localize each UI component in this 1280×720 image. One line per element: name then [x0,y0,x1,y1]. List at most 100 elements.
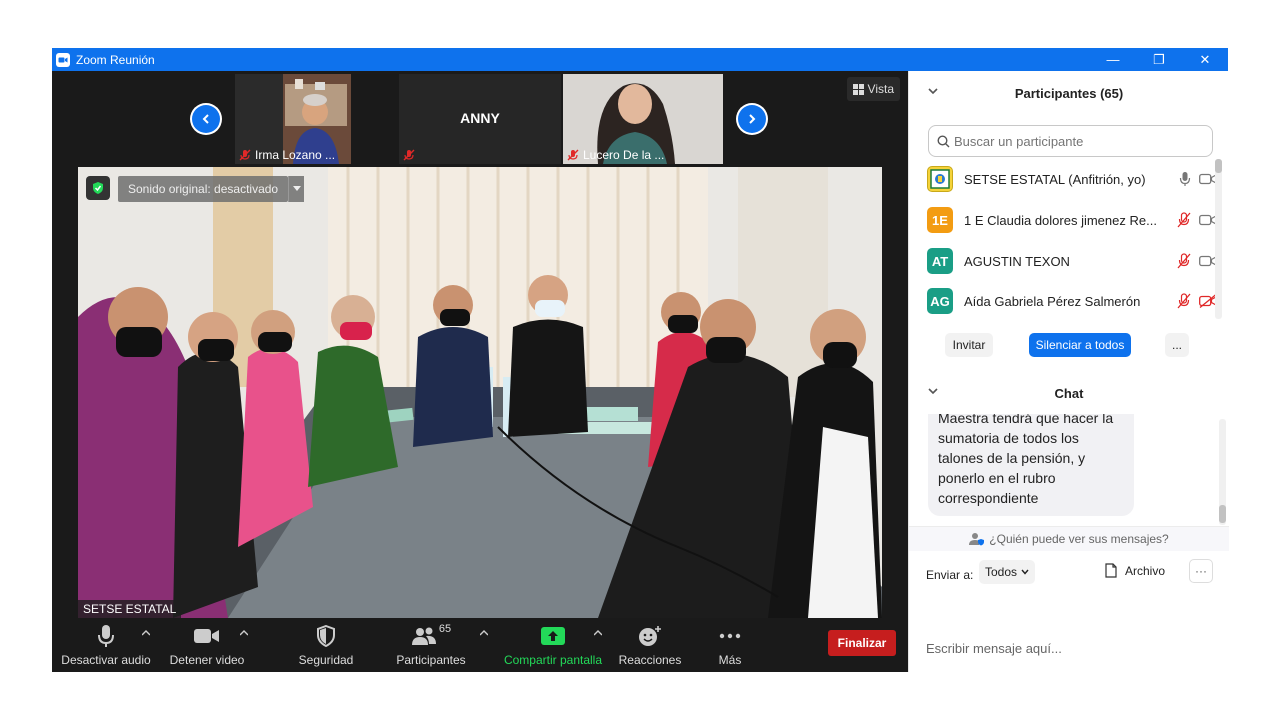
avatar [927,166,953,192]
muted-microphone-icon[interactable] [1177,293,1191,309]
shield-icon [317,625,335,647]
next-page-button[interactable] [736,103,768,135]
chat-more-button[interactable]: ··· [1189,559,1213,583]
participant-more-button[interactable]: ... [1165,333,1189,357]
scrollbar-thumb[interactable] [1219,505,1226,523]
participant-list-scrollbar[interactable] [1215,159,1222,319]
muted-mic-icon [239,149,251,161]
chevron-down-icon [1021,569,1029,575]
chevron-right-icon [749,114,756,124]
participant-name: AGUSTIN TEXON [964,253,1070,269]
participant-actions: Invitar Silenciar a todos ... [909,333,1229,359]
participant-name: Aída Gabriela Pérez Salmerón [964,293,1141,309]
chat-messages: Maestra tendrá que hacer la sumatoria de… [909,414,1229,524]
more-dots-icon [719,633,741,639]
chat-scrollbar[interactable] [1219,419,1226,525]
title-bar: Zoom Reunión — ❐ ✕ [52,48,1228,71]
video-tile-lucero[interactable]: Lucero De la ... [563,74,723,164]
chat-message-input[interactable]: Escribir mensaje aquí... [926,641,1062,656]
encryption-badge[interactable] [86,176,110,200]
chevron-down-icon[interactable] [927,385,939,397]
avatar: AG [927,288,953,314]
tile-mute-indicator [399,146,419,164]
zoom-app-icon [56,52,70,67]
microphone-icon[interactable] [1179,171,1191,187]
mute-audio-button[interactable]: Desactivar audio [60,618,152,672]
share-screen-icon [541,627,565,645]
meeting-room-video [78,167,882,618]
reactions-button[interactable]: Reacciones [612,618,688,672]
video-tile-irma[interactable]: Irma Lozano ... [235,74,351,164]
tile-name-label: Irma Lozano ... [235,146,335,164]
chat-message-bubble: Maestra tendrá que hacer la sumatoria de… [928,414,1134,516]
chevron-up-icon [239,630,249,636]
chevron-up-icon [593,630,603,636]
zoom-window: Zoom Reunión — ❐ ✕ Irma Lozano ... ANNY … [52,48,1229,672]
chevron-down-icon[interactable] [927,85,939,97]
participant-row[interactable]: AG Aída Gabriela Pérez Salmerón [927,281,1217,321]
original-sound-toggle[interactable]: Sonido original: desactivado [118,176,289,202]
security-button[interactable]: Seguridad [288,618,364,672]
stop-video-button[interactable]: Detener video [164,618,250,672]
previous-page-button[interactable] [190,103,222,135]
audio-options-caret[interactable] [141,628,151,639]
participant-list: SETSE ESTATAL (Anfitrión, yo) 1E 1 E Cla… [909,159,1219,323]
original-sound-dropdown[interactable] [288,176,304,202]
file-button[interactable]: Archivo [1105,563,1165,578]
minimize-button[interactable]: — [1090,48,1136,71]
participants-header: Participantes (65) [909,71,1229,115]
muted-mic-icon [403,149,415,161]
who-can-see-messages[interactable]: ¿Quién puede ver sus mensajes? [909,526,1229,551]
send-to-dropdown[interactable]: Todos [979,560,1036,584]
video-options-caret[interactable] [239,628,249,639]
participant-search-input[interactable] [954,133,1194,149]
participant-search-box[interactable] [928,125,1213,157]
chat-header: Chat [909,371,1229,415]
chevron-down-icon [292,186,301,191]
end-meeting-button[interactable]: Finalizar [828,630,896,656]
video-tile-anny[interactable]: ANNY [399,74,561,164]
more-button[interactable]: Más [698,618,762,672]
chevron-up-icon [479,630,489,636]
muted-microphone-icon[interactable] [1177,253,1191,269]
participant-row[interactable]: SETSE ESTATAL (Anfitrión, yo) [927,159,1217,199]
participant-row[interactable]: 1E 1 E Claudia dolores jimenez Re... [927,200,1217,240]
participant-name: 1 E Claudia dolores jimenez Re... [964,212,1157,228]
avatar: AT [927,248,953,274]
muted-microphone-icon[interactable] [1177,212,1191,228]
participant-row[interactable]: AT AGUSTIN TEXON [927,241,1217,281]
share-screen-button[interactable]: Compartir pantalla [500,618,606,672]
video-camera-icon [194,629,219,643]
smiley-plus-icon [639,626,661,646]
person-shield-icon [969,533,985,546]
side-panel: Participantes (65) SETSE ESTATAL (Anfitr… [908,71,1229,672]
muted-mic-icon [567,149,579,161]
restore-button[interactable]: ❐ [1136,48,1182,71]
participants-count: 65 [438,623,452,635]
window-title: Zoom Reunión [76,52,155,67]
tile-name-centered: ANNY [460,110,500,126]
mute-all-button[interactable]: Silenciar a todos [1029,333,1131,357]
scrollbar-thumb[interactable] [1215,159,1222,173]
chevron-left-icon [202,114,209,124]
shield-check-icon [93,182,103,194]
participant-name: SETSE ESTATAL (Anfitrión, yo) [964,171,1146,187]
chat-title: Chat [1054,385,1084,401]
chevron-up-icon [141,630,151,636]
participants-button[interactable]: 65 Participantes [388,618,474,672]
send-to-label: Enviar a: [926,568,974,582]
share-options-caret[interactable] [593,628,603,639]
main-speaker-video[interactable]: Sonido original: desactivado SETSE ESTAT… [78,167,882,618]
close-button[interactable]: ✕ [1182,48,1228,71]
logo-avatar-icon [930,169,950,189]
participants-icon [411,627,436,645]
window-controls: — ❐ ✕ [1090,48,1228,71]
participants-title: Participantes (65) [1014,85,1124,101]
microphone-icon [98,625,114,647]
grid-view-icon [852,83,864,95]
view-button[interactable]: Vista [846,77,900,101]
invite-button[interactable]: Invitar [945,333,993,357]
speaker-name-label: SETSE ESTATAL [78,600,182,618]
participants-options-caret[interactable] [479,628,489,639]
tile-name-label: Lucero De la ... [563,146,664,164]
